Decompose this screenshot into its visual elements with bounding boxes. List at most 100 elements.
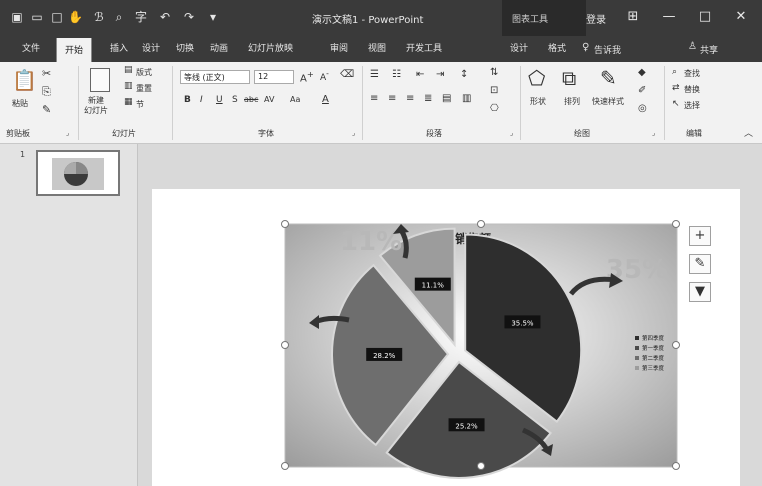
copy-icon[interactable]: ⎘ bbox=[42, 86, 51, 97]
collapse-ribbon-icon[interactable]: ︿ bbox=[744, 126, 753, 139]
legend-entry[interactable]: 第二季度 bbox=[642, 354, 665, 362]
chart-filter-icon[interactable]: ▼ bbox=[689, 282, 711, 302]
legend-entry[interactable]: 第一季度 bbox=[642, 344, 665, 352]
increase-indent-icon[interactable]: ⇥ bbox=[436, 70, 444, 80]
numbering-icon[interactable]: ☷ bbox=[392, 70, 401, 80]
tab-developer[interactable]: 开发工具 bbox=[406, 41, 442, 54]
quick-styles-button[interactable]: 快速样式 bbox=[592, 96, 624, 107]
align-left-icon[interactable]: ≡ bbox=[370, 94, 378, 104]
align-text-icon[interactable]: ⊡ bbox=[490, 86, 498, 96]
columns-icon[interactable]: ▥ bbox=[462, 94, 471, 104]
layout-button[interactable]: 版式 bbox=[136, 67, 152, 78]
callout-11[interactable]: 11% bbox=[340, 227, 402, 257]
pie-chart[interactable]: 销售额 35.5%25.2%28.2%11.1% 35%11% 第四季度第一季度… bbox=[284, 223, 678, 479]
close-icon[interactable]: ✕ bbox=[728, 6, 754, 28]
tab-design[interactable]: 设计 bbox=[142, 41, 160, 54]
shadow-button[interactable]: S bbox=[232, 96, 238, 105]
tab-review[interactable]: 审阅 bbox=[330, 41, 348, 54]
clipboard-launcher-icon[interactable]: ⌟ bbox=[66, 129, 69, 137]
shape-outline-icon[interactable]: ✐ bbox=[638, 86, 646, 96]
tab-insert[interactable]: 插入 bbox=[110, 41, 128, 54]
clear-format-icon[interactable]: ⌫ bbox=[340, 70, 354, 80]
shape-effects-icon[interactable]: ◎ bbox=[638, 104, 647, 114]
redo-icon[interactable]: ↷ bbox=[182, 10, 196, 24]
drawing-launcher-icon[interactable]: ⌟ bbox=[652, 129, 655, 137]
line-spacing-icon[interactable]: ↕ bbox=[460, 70, 468, 80]
justify-icon[interactable]: ≣ bbox=[424, 94, 432, 104]
login-button[interactable]: 登录 bbox=[586, 11, 606, 26]
resize-handle[interactable] bbox=[281, 220, 289, 228]
quick-styles-icon[interactable]: ✎ bbox=[600, 68, 617, 88]
save-icon[interactable]: ▣ bbox=[10, 10, 24, 24]
tab-transitions[interactable]: 切换 bbox=[176, 41, 194, 54]
align-center-icon[interactable]: ≡ bbox=[388, 94, 396, 104]
touch-mode-icon[interactable]: ✋ bbox=[68, 10, 83, 24]
shapes-icon[interactable]: ⬠ bbox=[528, 68, 545, 88]
tab-chart-format[interactable]: 格式 bbox=[548, 41, 566, 54]
resize-handle[interactable] bbox=[477, 462, 485, 470]
undo-icon[interactable]: ↶ bbox=[158, 10, 172, 24]
slide-thumbnail-pane[interactable]: 1 bbox=[0, 144, 138, 486]
char-spacing-button[interactable]: AV bbox=[264, 96, 274, 104]
resize-handle[interactable] bbox=[672, 462, 680, 470]
shape-fill-icon[interactable]: ◆ bbox=[638, 68, 646, 78]
ribbon-display-icon[interactable]: ⊞ bbox=[620, 6, 646, 28]
font-size-select[interactable]: 12 bbox=[254, 70, 294, 84]
resize-handle[interactable] bbox=[281, 462, 289, 470]
reset-button[interactable]: 重置 bbox=[136, 83, 152, 94]
shapes-button[interactable]: 形状 bbox=[530, 96, 546, 107]
resize-handle[interactable] bbox=[672, 341, 680, 349]
format-painter-icon[interactable]: ℬ bbox=[92, 10, 106, 24]
decrease-indent-icon[interactable]: ⇤ bbox=[416, 70, 424, 80]
cut-icon[interactable]: ✂ bbox=[42, 68, 51, 79]
strikethrough-button[interactable]: abc bbox=[244, 96, 258, 104]
smartart-icon[interactable]: ⎔ bbox=[490, 104, 499, 114]
align-right-icon[interactable]: ≡ bbox=[406, 94, 414, 104]
arrange-button[interactable]: 排列 bbox=[564, 96, 580, 107]
section-button[interactable]: 节 bbox=[136, 99, 144, 110]
bold-button[interactable]: B bbox=[184, 96, 191, 105]
tab-file[interactable]: 文件 bbox=[22, 41, 40, 54]
font-color-button[interactable]: A bbox=[322, 95, 329, 105]
slide-thumbnail[interactable] bbox=[36, 150, 120, 196]
data-label[interactable]: 25.2% bbox=[455, 422, 478, 430]
spell-icon[interactable]: 字 bbox=[134, 10, 148, 24]
chart-styles-icon[interactable]: ✎ bbox=[689, 254, 711, 274]
arrange-icon[interactable]: ⧉ bbox=[562, 68, 576, 88]
tab-view[interactable]: 视图 bbox=[368, 41, 386, 54]
text-direction-icon[interactable]: ⇅ bbox=[490, 68, 498, 78]
data-label[interactable]: 35.5% bbox=[511, 319, 534, 327]
tell-me-input[interactable]: 告诉我 bbox=[594, 43, 621, 56]
italic-button[interactable]: I bbox=[200, 96, 203, 105]
font-launcher-icon[interactable]: ⌟ bbox=[352, 129, 355, 137]
legend-entry[interactable]: 第四季度 bbox=[642, 334, 665, 342]
tab-home[interactable]: 开始 bbox=[56, 38, 93, 62]
customize-icon[interactable]: ▾ bbox=[206, 10, 220, 24]
open-icon[interactable]: ▭ bbox=[30, 10, 44, 24]
new-slide-button[interactable]: 新建 幻灯片 bbox=[84, 96, 108, 116]
paste-button[interactable]: 粘贴 bbox=[12, 98, 28, 109]
format-painter-icon[interactable]: ✎ bbox=[42, 104, 51, 115]
legend-entry[interactable]: 第三季度 bbox=[642, 364, 665, 372]
new-icon[interactable]: □ bbox=[50, 10, 64, 24]
preview-icon[interactable]: ⌕ bbox=[112, 10, 126, 24]
resize-handle[interactable] bbox=[477, 220, 485, 228]
share-button[interactable]: 共享 bbox=[700, 43, 718, 56]
maximize-icon[interactable]: □ bbox=[692, 6, 718, 28]
select-button[interactable]: 选择 bbox=[684, 100, 700, 111]
tab-chart-design[interactable]: 设计 bbox=[510, 41, 528, 54]
font-name-select[interactable]: 等线 (正文) bbox=[180, 70, 250, 84]
shrink-font-icon[interactable]: A- bbox=[320, 70, 329, 83]
resize-handle[interactable] bbox=[672, 220, 680, 228]
paragraph-launcher-icon[interactable]: ⌟ bbox=[510, 129, 513, 137]
data-label[interactable]: 28.2% bbox=[373, 352, 396, 360]
new-slide-icon[interactable] bbox=[90, 68, 110, 92]
resize-handle[interactable] bbox=[281, 341, 289, 349]
change-case-button[interactable]: Aa bbox=[290, 96, 300, 104]
data-label[interactable]: 11.1% bbox=[422, 282, 445, 290]
bullets-icon[interactable]: ☰ bbox=[370, 70, 379, 80]
grow-font-icon[interactable]: A+ bbox=[300, 70, 314, 84]
find-button[interactable]: 查找 bbox=[684, 68, 700, 79]
tab-slideshow[interactable]: 幻灯片放映 bbox=[248, 41, 293, 54]
tab-animations[interactable]: 动画 bbox=[210, 41, 228, 54]
